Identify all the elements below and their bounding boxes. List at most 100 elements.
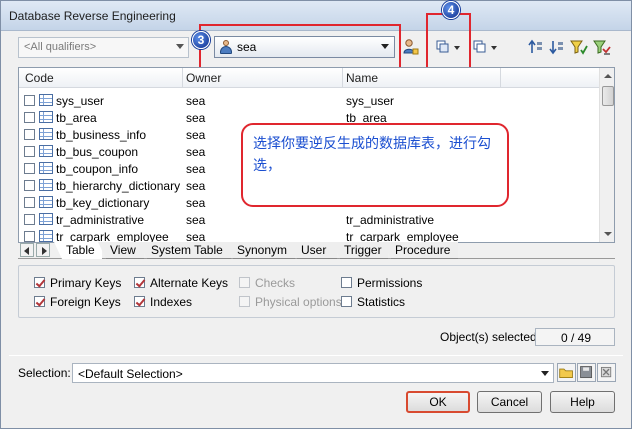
delete-icon bbox=[600, 366, 612, 378]
row-owner: sea bbox=[186, 196, 206, 210]
user-icon bbox=[220, 40, 232, 54]
save-selection-button[interactable] bbox=[577, 363, 596, 382]
row-checkbox[interactable] bbox=[24, 231, 35, 242]
table-icon bbox=[39, 196, 53, 208]
scroll-up-arrow-icon[interactable] bbox=[600, 68, 614, 84]
tab-system-table[interactable]: System Table bbox=[139, 242, 231, 259]
selection-label: Selection: bbox=[18, 366, 71, 380]
row-code: tb_hierarchy_dictionary bbox=[56, 179, 181, 193]
folder-icon bbox=[559, 368, 573, 379]
row-code: tb_bus_coupon bbox=[56, 145, 139, 159]
row-checkbox[interactable] bbox=[24, 129, 35, 140]
tab-user[interactable]: User bbox=[289, 242, 337, 259]
column-header-owner[interactable]: Owner bbox=[186, 71, 221, 85]
filter-button[interactable] bbox=[569, 37, 589, 57]
sort-down-icon bbox=[549, 41, 563, 55]
tab-procedure[interactable]: Procedure bbox=[383, 242, 458, 259]
delete-selection-button[interactable] bbox=[597, 363, 616, 382]
scroll-thumb[interactable] bbox=[602, 86, 614, 106]
window-title: Database Reverse Engineering bbox=[9, 9, 176, 23]
row-checkbox[interactable] bbox=[24, 180, 35, 191]
table-row[interactable]: tr_administrative sea tr_administrative bbox=[19, 211, 599, 228]
save-icon bbox=[580, 366, 593, 379]
row-owner: sea bbox=[186, 162, 206, 176]
row-owner: sea bbox=[186, 111, 206, 125]
select-all-button[interactable] bbox=[433, 37, 463, 57]
row-owner: sea bbox=[186, 179, 206, 193]
owner-value: sea bbox=[237, 40, 257, 54]
move-down-button[interactable] bbox=[547, 37, 567, 57]
table-icon bbox=[39, 94, 53, 106]
row-code: sys_user bbox=[56, 94, 105, 108]
select-user-button[interactable] bbox=[401, 37, 421, 57]
qualifier-combo[interactable]: <All qualifiers> bbox=[18, 37, 189, 58]
qualifier-value: <All qualifiers> bbox=[24, 41, 97, 53]
chevron-down-icon bbox=[381, 44, 389, 49]
table-icon bbox=[39, 128, 53, 140]
tab-view[interactable]: View bbox=[98, 242, 144, 259]
step-3-badge: 3 bbox=[192, 31, 210, 49]
tab-scroll-right-icon[interactable] bbox=[36, 243, 50, 257]
table-icon bbox=[39, 230, 53, 242]
table-icon bbox=[39, 145, 53, 157]
row-code: tb_coupon_info bbox=[56, 162, 139, 176]
row-owner: sea bbox=[186, 94, 206, 108]
sort-up-icon bbox=[528, 39, 542, 53]
annotation-bubble: 选择你要逆反生成的数据库表，进行勾选， bbox=[241, 123, 509, 207]
filter-icon bbox=[570, 40, 588, 55]
divider bbox=[9, 355, 623, 356]
tab-trigger[interactable]: Trigger bbox=[332, 242, 388, 259]
chevron-down-icon bbox=[176, 44, 184, 49]
row-checkbox[interactable] bbox=[24, 112, 35, 123]
row-owner: sea bbox=[186, 128, 206, 142]
row-checkbox[interactable] bbox=[24, 214, 35, 225]
table-row[interactable]: sys_user sea sys_user bbox=[19, 92, 599, 109]
tab-scroll-left-icon[interactable] bbox=[20, 243, 34, 257]
row-name: sys_user bbox=[346, 94, 395, 108]
filter-check-icon bbox=[593, 40, 611, 55]
user-select-icon bbox=[403, 39, 419, 55]
row-code: tb_area bbox=[56, 111, 97, 125]
reverse-engineering-dialog: Database Reverse Engineering <All qualif… bbox=[0, 0, 632, 429]
table-row[interactable]: tr_carpark_employee sea tr_carpark_emplo… bbox=[19, 228, 599, 242]
chevron-down-icon bbox=[541, 371, 549, 376]
scroll-down-arrow-icon[interactable] bbox=[600, 226, 614, 242]
table-icon bbox=[39, 213, 53, 225]
ok-button[interactable]: OK bbox=[406, 391, 470, 413]
select-all-icon bbox=[436, 40, 460, 53]
row-code: tb_business_info bbox=[56, 128, 147, 142]
row-code: tb_key_dictionary bbox=[56, 196, 150, 210]
tab-table[interactable]: Table bbox=[54, 242, 102, 259]
column-header-code[interactable]: Code bbox=[25, 71, 54, 85]
row-checkbox[interactable] bbox=[24, 163, 35, 174]
row-owner: sea bbox=[186, 213, 206, 227]
cancel-button[interactable]: Cancel bbox=[477, 391, 542, 413]
filter-check-button[interactable] bbox=[592, 37, 612, 57]
row-name: tr_administrative bbox=[346, 213, 435, 227]
table-icon bbox=[39, 162, 53, 174]
row-checkbox[interactable] bbox=[24, 197, 35, 208]
objects-selected-count: 0 / 49 bbox=[535, 328, 615, 346]
deselect-all-icon bbox=[473, 40, 497, 53]
step-4-badge: 4 bbox=[442, 1, 460, 19]
object-type-tabs: Table View System Table Synonym User Tri… bbox=[18, 242, 615, 260]
objects-selected-label: Object(s) selected: bbox=[440, 330, 541, 344]
tab-synonym[interactable]: Synonym bbox=[225, 242, 295, 259]
table-icon bbox=[39, 179, 53, 191]
selection-combo[interactable]: <Default Selection> bbox=[72, 363, 554, 383]
row-code: tr_administrative bbox=[56, 213, 145, 227]
grid-header: Code Owner Name bbox=[19, 68, 599, 88]
selection-value: <Default Selection> bbox=[78, 367, 183, 381]
grid-vertical-scrollbar[interactable] bbox=[599, 68, 614, 242]
open-selection-button[interactable] bbox=[557, 363, 576, 382]
move-up-button[interactable] bbox=[526, 37, 546, 57]
owner-combo[interactable]: sea bbox=[214, 36, 395, 58]
row-checkbox[interactable] bbox=[24, 146, 35, 157]
help-button[interactable]: Help bbox=[550, 391, 615, 413]
options-group: Primary Keys Foreign Keys Alternate Keys… bbox=[18, 265, 615, 318]
column-header-name[interactable]: Name bbox=[346, 71, 378, 85]
table-icon bbox=[39, 111, 53, 123]
row-owner: sea bbox=[186, 145, 206, 159]
deselect-all-button[interactable] bbox=[470, 37, 500, 57]
row-checkbox[interactable] bbox=[24, 95, 35, 106]
